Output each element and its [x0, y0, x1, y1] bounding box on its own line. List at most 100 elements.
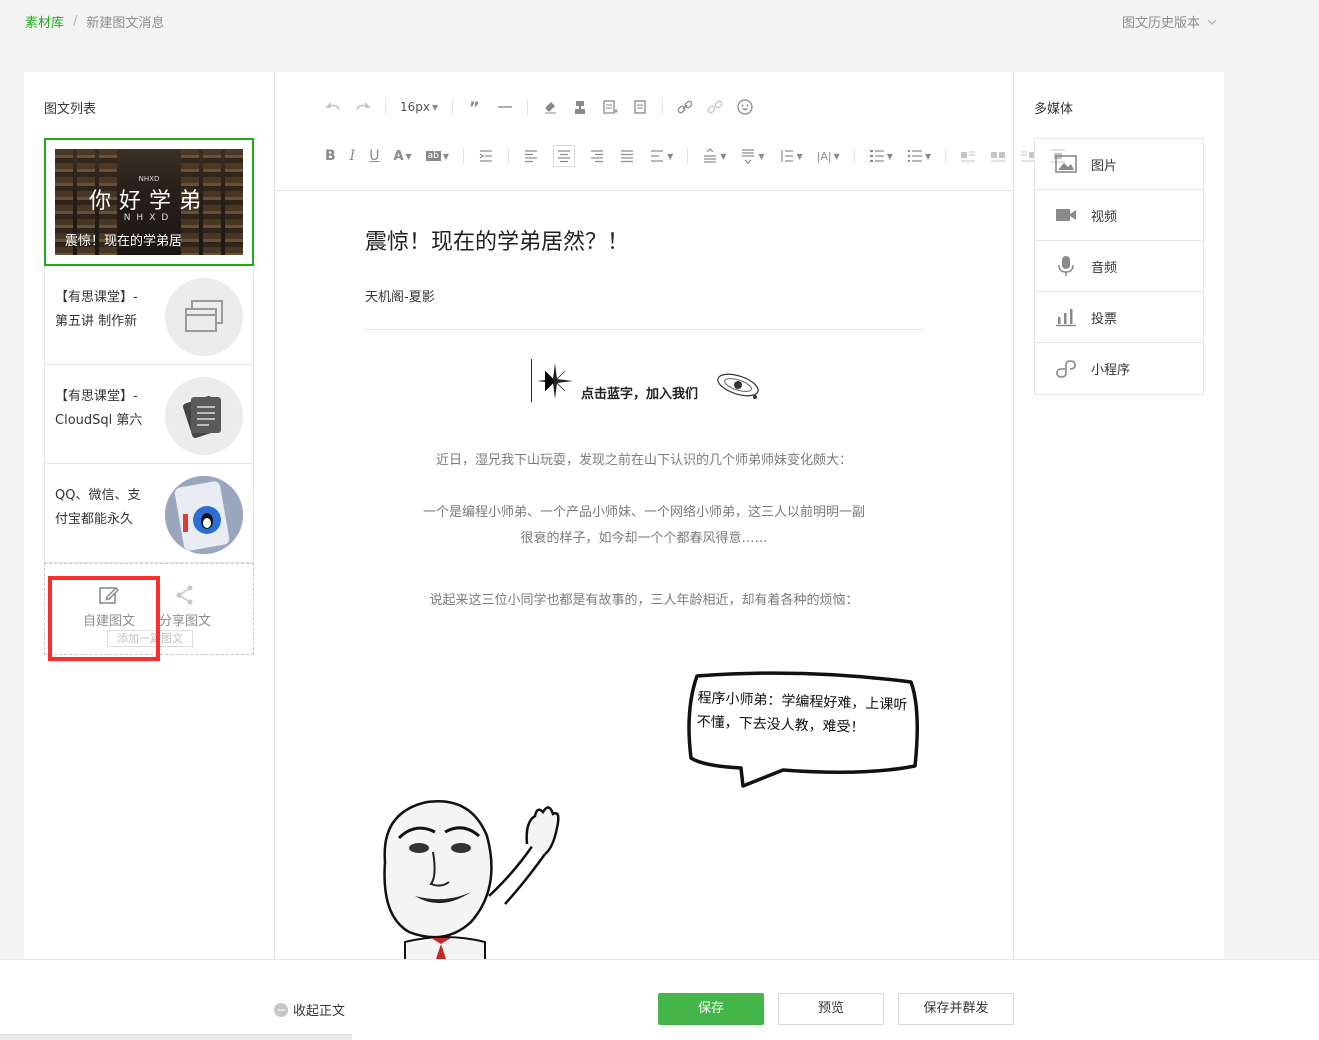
letter-spacing-dropdown[interactable]: |A| ▼ [817, 145, 840, 167]
paragraph[interactable]: 一个是编程小师弟、一个产品小师妹、一个网络小师弟，这三人以前明明一副 [365, 500, 923, 526]
clear-format-icon[interactable] [542, 96, 558, 118]
sparkle-icon [537, 363, 573, 399]
list-item-line: CloudSql 第六 [55, 413, 143, 428]
insert-audio-button[interactable]: 音频 [1035, 241, 1203, 292]
background-color-icon[interactable]: ab ▼ [425, 145, 449, 167]
article-header-divider [365, 329, 923, 330]
article-author-input[interactable]: 天机阁-夏影 [365, 286, 435, 305]
image-icon [1055, 155, 1077, 173]
share-article-button[interactable]: 分享图文 [159, 584, 211, 629]
collapse-body-button[interactable]: − 收起正文 [274, 1000, 345, 1019]
svg-text:”: ” [469, 99, 480, 115]
spacing-before-dropdown[interactable]: ▼ [702, 145, 726, 167]
paragraph[interactable]: 很衰的样子，如今却一个个都春风得意…… [365, 526, 923, 552]
bottom-action-bar: − 收起正文 保存 预览 保存并群发 [0, 959, 1319, 1040]
insert-vote-button[interactable]: 投票 [1035, 292, 1203, 343]
document-stack-icon [165, 377, 243, 455]
toolbar-row-2: B I U A ▼ ab ▼ ▼ ▼ ▼ ▼ |A| ▼ ▼ ▼ [325, 145, 1080, 167]
vote-icon [1056, 309, 1076, 327]
insert-audio-label: 音频 [1091, 260, 1118, 276]
list-item[interactable]: 【有思课堂】- CloudSql 第六 [44, 365, 254, 464]
paragraph[interactable]: 说起来这三位小同学也都是有故事的，三人年龄相近，却有着各种的烦恼： [365, 588, 923, 614]
editor-panel: 图文列表 NHXD 你好学弟 NHXD 震惊！现在的学弟居 【有思课堂】- 第五… [24, 72, 1224, 962]
share-icon [176, 585, 193, 605]
follow-banner: 点击蓝字，加入我们 [531, 359, 761, 405]
horizontal-scrollbar[interactable] [0, 1034, 352, 1040]
link-icon[interactable] [677, 96, 693, 118]
save-and-send-button[interactable]: 保存并群发 [898, 993, 1014, 1025]
align-center-icon[interactable] [553, 145, 576, 167]
speech-bubble: 程序小师弟：学编程好难，上课听不懂，下去没人教，难受！ [683, 670, 919, 788]
underline-icon[interactable]: U [369, 145, 379, 167]
font-color-icon[interactable]: A ▼ [393, 145, 411, 167]
article-list-column: 图文列表 NHXD 你好学弟 NHXD 震惊！现在的学弟居 【有思课堂】- 第五… [24, 72, 275, 962]
insert-template-icon[interactable] [602, 96, 619, 118]
save-button[interactable]: 保存 [658, 993, 764, 1025]
breadcrumb-separator: / [73, 14, 78, 29]
emoji-icon[interactable] [737, 96, 753, 118]
insert-mini-program-button[interactable]: 小程序 [1035, 343, 1203, 394]
insert-vote-label: 投票 [1091, 311, 1118, 327]
list-item[interactable]: QQ、微信、支 付宝都能永久 [44, 464, 254, 563]
insert-video-button[interactable]: 视频 [1035, 190, 1203, 241]
window-icon [165, 278, 243, 356]
ordered-list-dropdown[interactable]: ▼ [869, 145, 893, 167]
list-item-line: 【有思课堂】- [55, 290, 138, 305]
cover-image: NHXD 你好学弟 NHXD 震惊！现在的学弟居 [55, 149, 243, 255]
list-item-line: 【有思课堂】- [55, 389, 138, 404]
breadcrumb: 素材库 / 新建图文消息 [25, 12, 164, 31]
toolbar-divider [275, 190, 1013, 191]
article-title-input[interactable]: 震惊！现在的学弟居然？！ [365, 224, 629, 256]
quote-icon[interactable]: ” [467, 96, 483, 118]
multimedia-column: 多媒体 图片 视频 音频 投票 小程序 [1013, 72, 1224, 962]
multimedia-title: 多媒体 [1034, 102, 1074, 117]
chevron-down-icon [1207, 19, 1217, 25]
microphone-icon [1058, 256, 1074, 276]
cover-big-text: 你好学弟 [88, 189, 209, 214]
justify-icon[interactable] [619, 145, 635, 167]
list-item-line: QQ、微信、支 [55, 488, 141, 503]
breadcrumb-material-library-link[interactable]: 素材库 [25, 12, 64, 31]
list-item[interactable]: 【有思课堂】- 第五讲 制作新 [44, 266, 254, 365]
float-none-icon[interactable] [990, 145, 1006, 167]
italic-icon[interactable]: I [350, 145, 356, 167]
insert-image-label: 图片 [1091, 158, 1118, 174]
float-left-icon[interactable] [960, 145, 976, 167]
multimedia-list: 图片 视频 音频 投票 小程序 [1034, 138, 1204, 395]
speech-bubble-text: 程序小师弟：学编程好难，上课听不懂，下去没人教，难受！ [696, 690, 908, 737]
line-height-dropdown[interactable]: ▼ [779, 145, 803, 167]
insert-image-button[interactable]: 图片 [1035, 139, 1203, 190]
cover-mini-text: NHXD [138, 175, 160, 183]
toolbar-row-1: 16px ▼ ” [325, 96, 767, 118]
breadcrumb-current: 新建图文消息 [86, 16, 165, 31]
align-right-icon[interactable] [589, 145, 605, 167]
cover-sub-text: NHXD [123, 213, 175, 223]
highlight-box [48, 576, 160, 661]
spacing-after-dropdown[interactable]: ▼ [740, 145, 765, 167]
paragraph[interactable]: 近日，湿兄我下山玩耍，发现之前在山下认识的几个师弟师妹变化颇大： [365, 448, 923, 474]
unordered-list-dropdown[interactable]: ▼ [907, 145, 931, 167]
horizontal-rule-icon[interactable] [497, 96, 513, 118]
font-size-dropdown[interactable]: 16px ▼ [400, 96, 438, 118]
cover-article-title: 震惊！现在的学弟居 [65, 234, 183, 249]
undo-icon[interactable] [325, 96, 341, 118]
redo-icon[interactable] [355, 96, 371, 118]
format-painter-icon[interactable] [572, 96, 588, 118]
video-icon [1056, 209, 1076, 221]
history-version-dropdown[interactable]: 图文历史版本 [1122, 12, 1218, 31]
bold-icon[interactable]: B [325, 145, 336, 167]
align-left-icon[interactable] [523, 145, 539, 167]
list-item-line: 第五讲 制作新 [55, 314, 138, 329]
banner-vertical-line [531, 359, 532, 402]
history-version-label: 图文历史版本 [1122, 16, 1201, 31]
editor-column: 16px ▼ ” B I U A ▼ ab ▼ ▼ ▼ ▼ ▼ |A| ▼ ▼ … [275, 72, 1066, 962]
preview-button[interactable]: 预览 [778, 993, 884, 1025]
unlink-icon[interactable] [707, 96, 723, 118]
article-cover-card-selected[interactable]: NHXD 你好学弟 NHXD 震惊！现在的学弟居 [44, 138, 254, 266]
share-article-label: 分享图文 [159, 614, 212, 629]
paragraph-spacing-dropdown[interactable]: ▼ [649, 145, 673, 167]
mini-program-icon [1056, 359, 1076, 378]
indent-icon[interactable] [478, 145, 494, 167]
document-icon[interactable] [632, 96, 648, 118]
minus-circle-icon: − [274, 1002, 288, 1017]
